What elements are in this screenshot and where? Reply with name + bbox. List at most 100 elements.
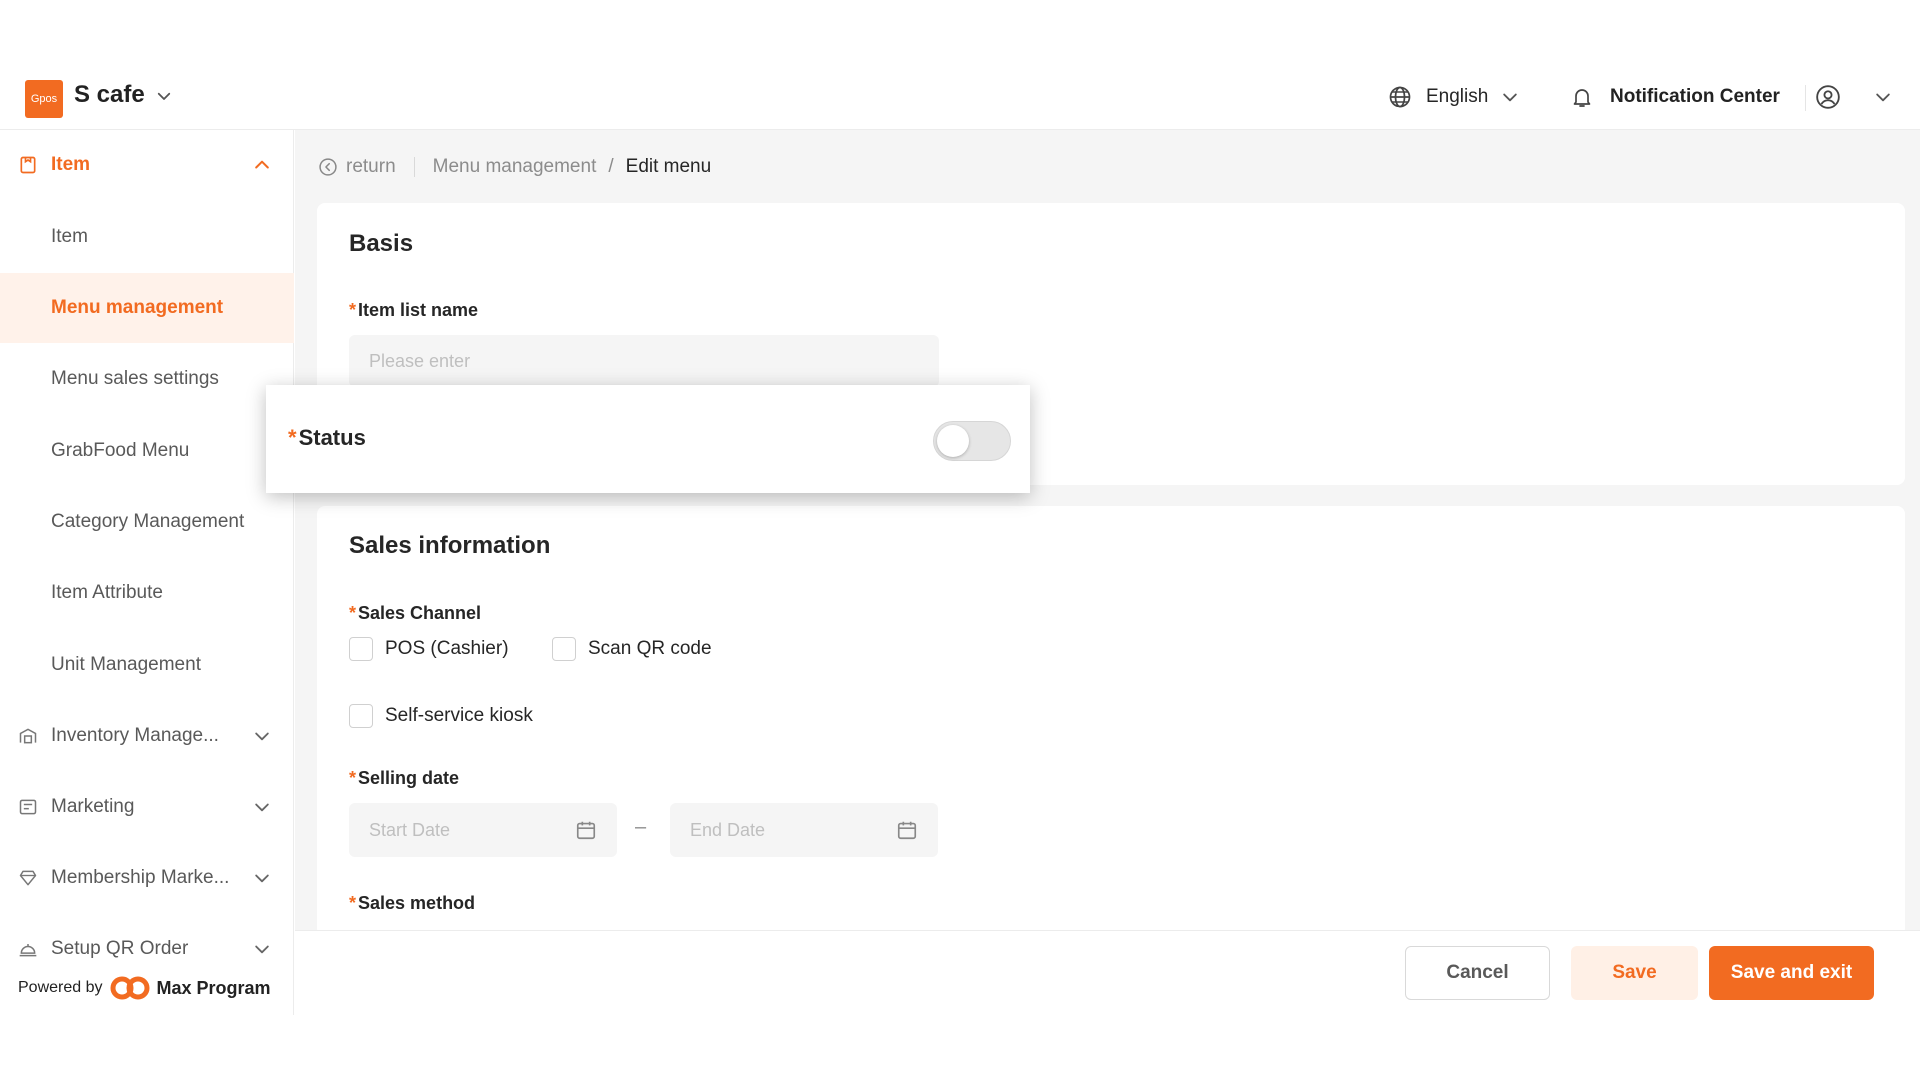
basis-title: Basis	[349, 230, 414, 257]
status-toggle[interactable]	[933, 421, 1011, 461]
logo-text: Gpos	[30, 93, 58, 105]
sales-info-card: Sales information * Sales Channel POS (Ca…	[317, 506, 1905, 936]
chevron-down-icon[interactable]	[155, 87, 173, 105]
sidebar-group-membership[interactable]: Membership Marke...	[0, 843, 294, 913]
chevron-down-icon	[1876, 93, 1890, 102]
sidebar-group-marketing[interactable]: Marketing	[0, 772, 294, 842]
breadcrumb-parent[interactable]: Menu management	[433, 156, 597, 178]
globe-icon	[1389, 86, 1411, 108]
toggle-knob	[937, 425, 969, 457]
sales-method-label: * Sales method	[349, 893, 475, 914]
bell-icon	[1573, 89, 1591, 107]
sidebar-item-grabfood-menu[interactable]: GrabFood Menu	[0, 416, 294, 486]
checkbox-scan-qr-code[interactable]: Scan QR code	[552, 637, 712, 661]
status-label-text: Status	[298, 425, 366, 450]
sidebar-item-label: Item Attribute	[51, 582, 163, 603]
checkbox-label: Scan QR code	[588, 638, 712, 659]
required-mark: *	[288, 425, 297, 450]
app-window: Gpos S cafe English Notification Center …	[0, 65, 1920, 1015]
checkbox-label: Self-service kiosk	[385, 705, 533, 726]
language-selector[interactable]: English	[1388, 81, 1520, 113]
sidebar-group-label: Membership Marke...	[51, 867, 230, 888]
footer-actions: Cancel Save Save and exit	[295, 930, 1920, 1015]
breadcrumb: return Menu management / Edit menu	[318, 155, 711, 179]
sidebar-item-label: Category Management	[51, 511, 245, 532]
sales-method-label-text: Sales method	[358, 893, 476, 913]
sales-channel-label: * Sales Channel	[349, 603, 481, 624]
main-content: return Menu management / Edit menu Basis…	[295, 130, 1920, 936]
notification-center[interactable]: Notification Center	[1570, 81, 1780, 113]
brand-name: Max Program	[156, 977, 271, 998]
end-date-input[interactable]: End Date	[670, 803, 938, 857]
save-button[interactable]: Save	[1571, 946, 1698, 1000]
required-mark: *	[349, 603, 357, 623]
sidebar-item-item[interactable]: Item	[0, 202, 294, 272]
checkbox[interactable]	[349, 637, 373, 661]
sales-info-title: Sales information	[349, 532, 551, 559]
required-mark: *	[349, 768, 357, 788]
sidebar-item-label: Menu management	[51, 297, 224, 318]
cancel-button[interactable]: Cancel	[1405, 946, 1550, 1000]
store-name[interactable]: S cafe	[74, 81, 145, 109]
checkbox-pos-cashier[interactable]: POS (Cashier)	[349, 637, 509, 661]
notification-label: Notification Center	[1610, 86, 1780, 107]
required-mark: *	[349, 300, 357, 320]
sidebar-item-label: GrabFood Menu	[51, 440, 190, 461]
sidebar-item-label: Item	[51, 226, 88, 247]
sidebar-item-menu-sales-settings[interactable]: Menu sales settings	[0, 344, 294, 414]
input-placeholder: End Date	[690, 819, 766, 840]
service-bell-icon	[19, 944, 37, 957]
marketing-icon	[19, 799, 37, 815]
sidebar: Item Item Menu management Menu sales set…	[0, 130, 294, 1015]
sales-channel-label-text: Sales Channel	[358, 603, 482, 623]
breadcrumb-current: Edit menu	[625, 156, 712, 177]
max-program-logo-icon	[110, 976, 149, 1000]
start-date-input[interactable]: Start Date	[349, 803, 617, 857]
checkbox-label: POS (Cashier)	[385, 638, 509, 659]
sidebar-group-inventory[interactable]: Inventory Manage...	[0, 701, 294, 771]
checkbox[interactable]	[552, 637, 576, 661]
sidebar-group-label: Item	[51, 154, 91, 175]
save-and-exit-button[interactable]: Save and exit	[1709, 946, 1874, 1000]
sidebar-group-item[interactable]: Item	[0, 130, 294, 200]
status-label: *Status	[288, 425, 366, 451]
breadcrumb-divider	[413, 157, 415, 177]
item-icon	[20, 156, 36, 174]
breadcrumb-separator: /	[608, 156, 614, 177]
sidebar-item-item-attribute[interactable]: Item Attribute	[0, 558, 294, 628]
return-icon[interactable]	[318, 157, 338, 177]
chevron-down-icon	[1503, 93, 1518, 102]
warehouse-icon	[19, 728, 37, 744]
input-placeholder: Start Date	[369, 819, 451, 840]
date-range-separator: –	[635, 816, 647, 838]
sidebar-item-label: Menu sales settings	[51, 368, 219, 389]
sidebar-item-label: Unit Management	[51, 654, 201, 675]
sidebar-group-label: Marketing	[51, 796, 135, 817]
checkbox[interactable]	[349, 704, 373, 728]
return-link[interactable]: return	[346, 156, 396, 178]
header-divider	[1805, 85, 1806, 111]
language-label: English	[1426, 86, 1489, 107]
sidebar-item-menu-management[interactable]: Menu management	[0, 273, 294, 343]
chevron-down-icon	[255, 945, 269, 954]
user-avatar-icon	[1816, 85, 1840, 109]
calendar-icon	[897, 821, 917, 840]
checkbox-self-service-kiosk[interactable]: Self-service kiosk	[349, 704, 533, 728]
selling-date-label-text: Selling date	[358, 768, 460, 788]
required-mark: *	[349, 893, 357, 913]
input-placeholder: Please enter	[369, 350, 471, 371]
item-list-name-label-text: Item list name	[358, 300, 479, 320]
item-list-name-input[interactable]: Please enter	[349, 335, 939, 387]
top-header: Gpos S cafe English Notification Center	[0, 65, 1920, 130]
item-list-name-label: * Item list name	[349, 300, 478, 321]
sidebar-item-unit-management[interactable]: Unit Management	[0, 630, 294, 700]
sidebar-item-category-management[interactable]: Category Management	[0, 487, 294, 557]
chevron-down-icon	[255, 803, 269, 812]
app-logo: Gpos	[25, 80, 63, 118]
user-menu[interactable]	[1815, 81, 1893, 113]
powered-by: Powered by Max Program	[18, 973, 271, 1003]
powered-by-label: Powered by	[18, 979, 103, 996]
chevron-down-icon	[255, 732, 269, 741]
chevron-up-icon	[255, 160, 269, 169]
gem-icon	[19, 870, 37, 886]
